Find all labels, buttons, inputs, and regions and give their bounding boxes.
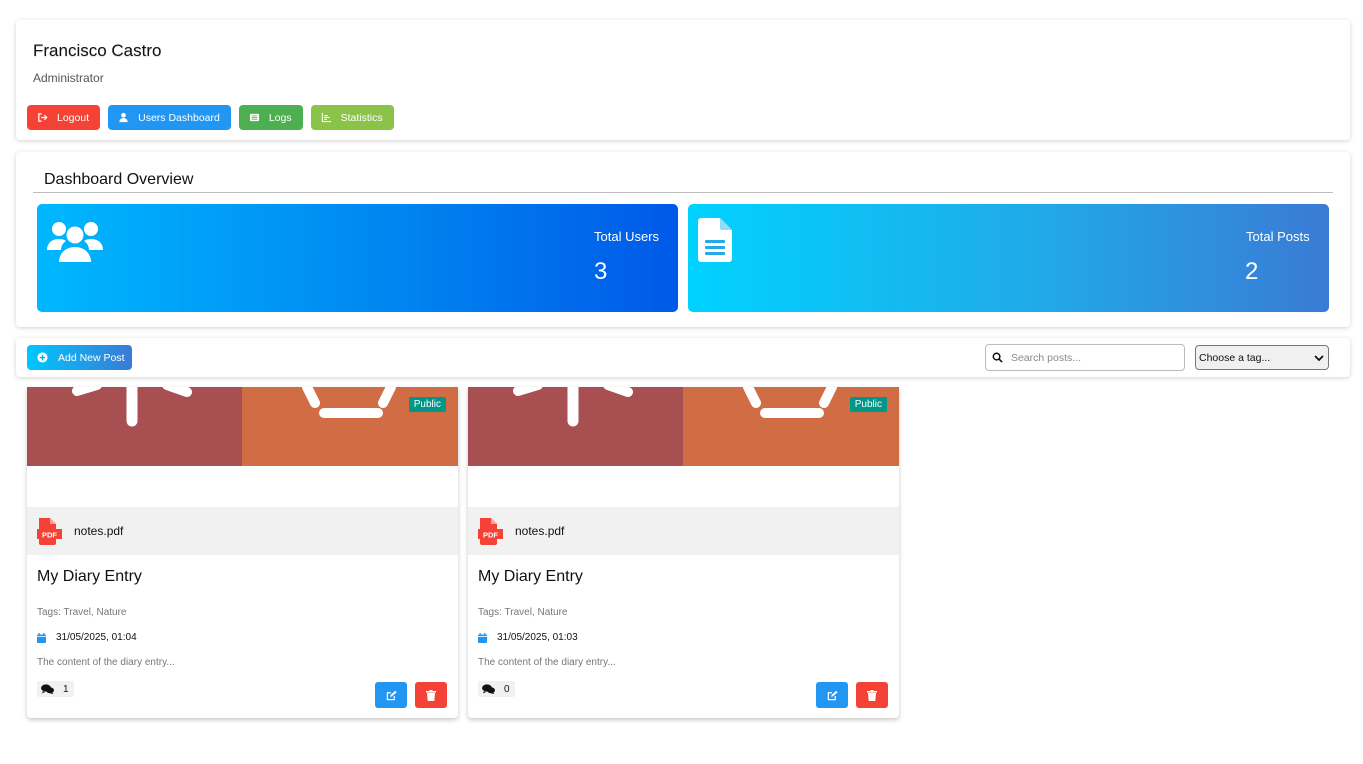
dashboard-overview: Dashboard Overview Total Users 3 Total P…	[16, 152, 1350, 327]
comments-icon	[41, 684, 54, 694]
post-title: My Diary Entry	[37, 568, 142, 585]
chevron-down-icon	[1314, 354, 1324, 361]
comments-count[interactable]: 0	[478, 681, 515, 697]
trash-icon	[867, 689, 877, 701]
add-post-button[interactable]: Add New Post	[27, 345, 132, 370]
pdf-file-icon: PDF	[478, 517, 503, 545]
edit-post-button[interactable]	[816, 682, 848, 708]
attachment[interactable]: PDF notes.pdf	[27, 507, 458, 555]
user-name: Francisco Castro	[33, 41, 162, 60]
post-date: 31/05/2025, 01:04	[37, 632, 137, 643]
attachment[interactable]: PDF notes.pdf	[468, 507, 899, 555]
add-post-label: Add New Post	[58, 351, 125, 364]
posts-toolbar: Add New Post Choose a tag...	[16, 338, 1350, 377]
overview-divider	[33, 192, 1333, 193]
post-image	[27, 387, 458, 466]
user-role: Administrator	[33, 71, 104, 85]
comments-count[interactable]: 1	[37, 681, 74, 697]
logout-icon	[38, 113, 48, 122]
logout-button[interactable]: Logout	[27, 105, 101, 130]
calendar-icon	[37, 632, 46, 643]
total-posts-value: 2	[1245, 258, 1259, 285]
total-posts-label: Total Posts	[1246, 229, 1310, 244]
profile-header: Francisco Castro Administrator Logout Us…	[16, 20, 1350, 140]
calendar-icon	[478, 632, 487, 643]
post-date-text: 31/05/2025, 01:04	[56, 632, 137, 643]
post-excerpt: The content of the diary entry...	[478, 657, 616, 668]
users-icon	[47, 222, 103, 262]
search-field[interactable]	[985, 344, 1185, 371]
post-card: Public PDF notes.pdf My Diary Entry Tags…	[468, 387, 899, 718]
overview-title: Dashboard Overview	[44, 171, 194, 188]
edit-icon	[386, 690, 397, 700]
users-dashboard-button[interactable]: Users Dashboard	[108, 105, 231, 130]
total-users-label: Total Users	[594, 229, 660, 244]
svg-text:PDF: PDF	[483, 530, 498, 539]
tag-select[interactable]: Choose a tag...	[1195, 345, 1329, 370]
post-date-text: 31/05/2025, 01:03	[497, 632, 578, 643]
logs-label: Logs	[268, 111, 292, 124]
search-icon	[992, 352, 1003, 363]
visibility-badge: Public	[408, 397, 446, 412]
file-icon	[698, 218, 732, 262]
total-users-card: Total Users 3	[37, 204, 678, 312]
post-tags: Tags: Travel, Nature	[37, 607, 127, 618]
chart-icon	[321, 112, 331, 123]
delete-post-button[interactable]	[415, 682, 447, 708]
edit-post-button[interactable]	[375, 682, 407, 708]
comments-count-value: 1	[63, 683, 69, 695]
post-title: My Diary Entry	[478, 568, 583, 585]
total-users-value: 3	[594, 258, 608, 285]
logs-button[interactable]: Logs	[238, 105, 303, 130]
svg-text:PDF: PDF	[42, 530, 57, 539]
visibility-badge: Public	[849, 397, 887, 412]
delete-post-button[interactable]	[856, 682, 888, 708]
plus-circle-icon	[37, 352, 48, 363]
total-posts-card: Total Posts 2	[688, 204, 1329, 312]
attachment-name: notes.pdf	[515, 524, 565, 538]
post-date: 31/05/2025, 01:03	[478, 632, 578, 643]
user-icon	[119, 112, 128, 123]
post-tags: Tags: Travel, Nature	[478, 607, 568, 618]
header-actions: Logout Users Dashboard Logs Statistics	[27, 105, 394, 130]
search-input[interactable]	[1011, 351, 1171, 364]
post-excerpt: The content of the diary entry...	[37, 657, 175, 668]
users-dashboard-label: Users Dashboard	[138, 111, 220, 124]
logout-label: Logout	[57, 111, 90, 124]
post-image	[468, 387, 899, 466]
post-card: Public PDF notes.pdf My Diary Entry Tags…	[27, 387, 458, 718]
trash-icon	[426, 689, 436, 701]
statistics-button[interactable]: Statistics	[310, 105, 394, 130]
comments-icon	[482, 684, 495, 694]
attachment-name: notes.pdf	[74, 524, 124, 538]
list-icon	[249, 113, 259, 122]
statistics-label: Statistics	[340, 111, 383, 124]
tag-select-value: Choose a tag...	[1199, 351, 1271, 364]
comments-count-value: 0	[504, 683, 510, 695]
pdf-file-icon: PDF	[37, 517, 62, 545]
edit-icon	[827, 690, 838, 700]
